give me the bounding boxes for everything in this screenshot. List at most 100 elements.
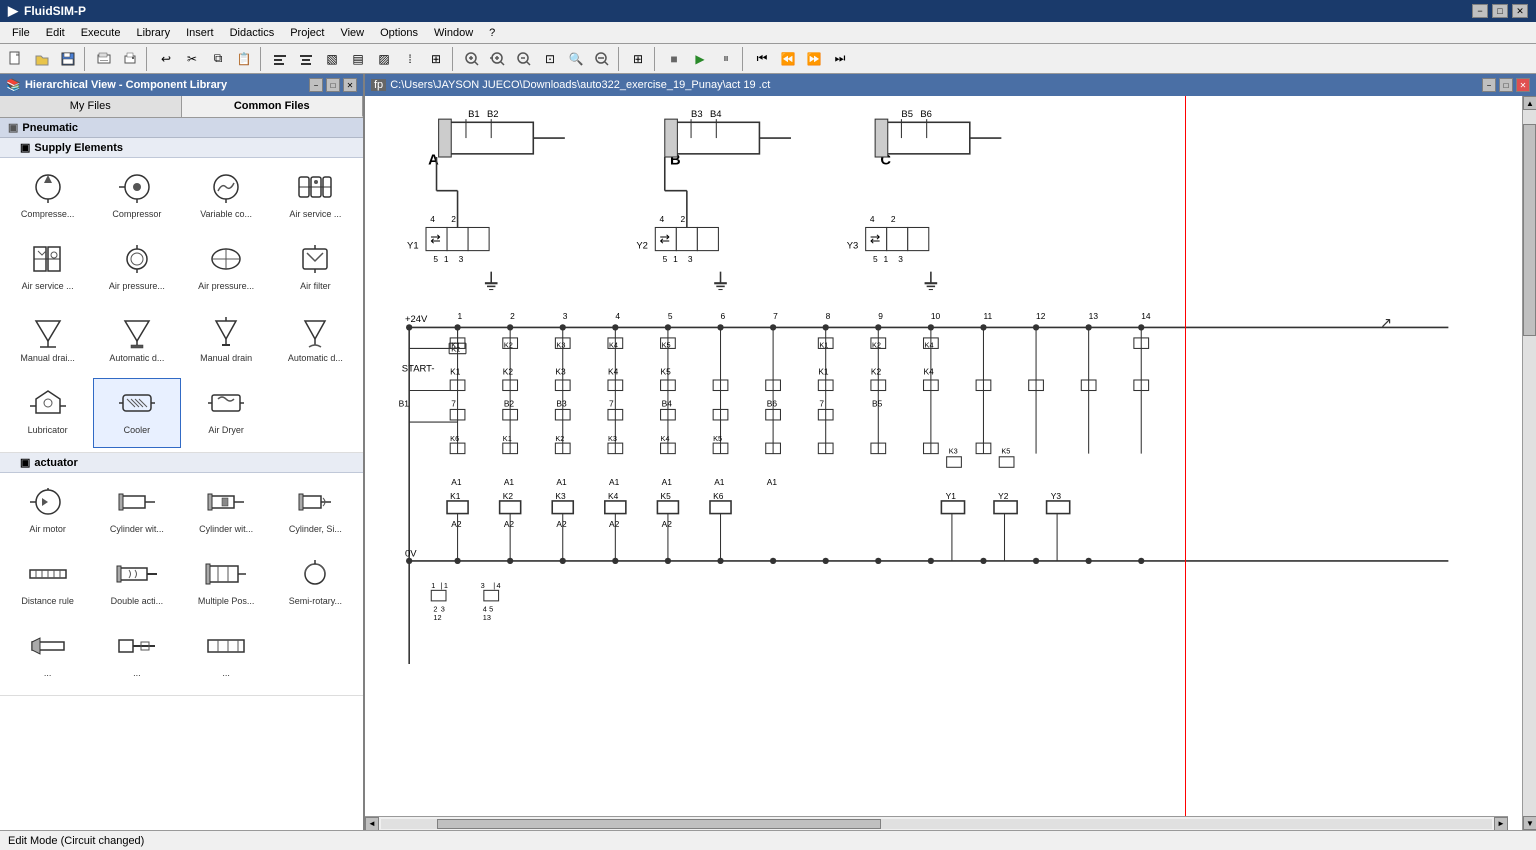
component-cylinder-1[interactable]: Cylinder wit... [93,477,180,547]
menu-didactics[interactable]: Didactics [222,25,283,41]
tab-my-files[interactable]: My Files [0,96,182,117]
component-actuator-extra-2[interactable]: ... [93,621,180,691]
component-air-pressure-1[interactable]: Air pressure... [93,234,180,304]
print-button[interactable] [118,47,142,71]
canvas-hscroll-track[interactable] [381,819,1492,829]
undo-button[interactable]: ↩ [154,47,178,71]
library-scroll[interactable]: ▣ Pneumatic ▣ Supply Elements Compresse [0,118,363,830]
component-multiple-pos[interactable]: Multiple Pos... [183,549,270,619]
subcategory-supply-elements[interactable]: ▣ Supply Elements [0,138,363,158]
component-cylinder-single[interactable]: Cylinder, Si... [272,477,359,547]
component-double-acting[interactable]: Double acti... [93,549,180,619]
canvas-scroll-up[interactable]: ▲ [1523,96,1536,110]
table-button[interactable]: ⊞ [626,47,650,71]
component-cooler[interactable]: Cooler [93,378,180,448]
component-variable-compressor[interactable]: Variable co... [183,162,270,232]
canvas-hscroll-thumb[interactable] [437,819,881,829]
menu-edit[interactable]: Edit [38,25,73,41]
step-back-button[interactable]: ⏪ [776,47,800,71]
component-air-dryer[interactable]: Air Dryer [183,378,270,448]
open-button[interactable] [30,47,54,71]
canvas-hscroll[interactable]: ◄ ► [365,816,1508,830]
library-close-button[interactable]: ✕ [343,78,357,92]
zoom-in-2-button[interactable] [486,47,510,71]
zoom-in-button[interactable] [460,47,484,71]
component-cylinder-2[interactable]: Cylinder wit... [183,477,270,547]
component-air-service-2[interactable]: Air service ... [4,234,91,304]
align-right-button[interactable]: ▧ [320,47,344,71]
svg-text:1: 1 [458,311,463,321]
zoom-fit-button[interactable]: ⊡ [538,47,562,71]
component-manual-drain[interactable]: Manual drai... [4,306,91,376]
canvas-vscroll-track[interactable] [1523,110,1536,816]
tab-common-files[interactable]: Common Files [182,96,364,117]
step-forward-button[interactable]: ⏩ [802,47,826,71]
play-button[interactable]: ▶ [688,47,712,71]
minimize-button[interactable]: − [1472,4,1488,18]
fast-forward-button[interactable]: ⏭ [828,47,852,71]
print-preview-button[interactable] [92,47,116,71]
grid-button[interactable]: ⊞ [424,47,448,71]
subcategory-actuator[interactable]: ▣ actuator [0,453,363,473]
air-pressure-2-icon [201,239,251,279]
maximize-button[interactable]: □ [1492,4,1508,18]
component-compressor-fixed[interactable]: Compresse... [4,162,91,232]
canvas-scroll-down[interactable]: ▼ [1523,816,1536,830]
library-minimize-button[interactable]: − [309,78,323,92]
menu-insert[interactable]: Insert [178,25,222,41]
canvas-vscroll[interactable]: ▲ ▼ [1522,96,1536,830]
align-left-button[interactable] [268,47,292,71]
menu-project[interactable]: Project [282,25,332,41]
component-air-pressure-2[interactable]: Air pressure... [183,234,270,304]
stop-button[interactable]: ■ [662,47,686,71]
canvas-minimize-button[interactable]: − [1482,78,1496,92]
component-semi-rotary[interactable]: Semi-rotary... [272,549,359,619]
component-air-motor[interactable]: Air motor [4,477,91,547]
canvas-scroll-right[interactable]: ► [1494,817,1508,831]
component-automatic-drain-2[interactable]: Automatic d... [272,306,359,376]
paste-button[interactable]: 📋 [232,47,256,71]
distribute-button[interactable]: ⁞ [398,47,422,71]
component-actuator-extra-1[interactable]: ... [4,621,91,691]
menu-execute[interactable]: Execute [73,25,129,41]
component-automatic-drain[interactable]: Automatic d... [93,306,180,376]
canvas-vscroll-thumb[interactable] [1523,124,1536,336]
toolbar: ↩ ✂ ⧉ 📋 ▧ ▤ ▨ ⁞ ⊞ ⊡ 🔍 ⊞ ■ ▶ ⏸ ⏮ ⏪ ⏩ ⏭ [0,44,1536,74]
zoom-select-button[interactable]: 🔍 [564,47,588,71]
zoom-out-button[interactable] [512,47,536,71]
category-pneumatic[interactable]: ▣ Pneumatic [0,118,363,138]
component-air-service[interactable]: Air service ... [272,162,359,232]
component-distance-rule[interactable]: Distance rule [4,549,91,619]
library-maximize-button[interactable]: □ [326,78,340,92]
align-center-button[interactable] [294,47,318,71]
component-compressor[interactable]: Compressor [93,162,180,232]
menu-help[interactable]: ? [481,25,503,41]
rewind-button[interactable]: ⏮ [750,47,774,71]
align-bottom-button[interactable]: ▨ [372,47,396,71]
canvas-close-button[interactable]: ✕ [1516,78,1530,92]
align-top-button[interactable]: ▤ [346,47,370,71]
menu-library[interactable]: Library [128,25,178,41]
cut-button[interactable]: ✂ [180,47,204,71]
menu-view[interactable]: View [332,25,372,41]
component-lubricator[interactable]: Lubricator [4,378,91,448]
svg-text:K4: K4 [661,434,670,443]
component-actuator-extra-3[interactable]: ... [183,621,270,691]
copy-button[interactable]: ⧉ [206,47,230,71]
canvas-content[interactable]: A B1 B2 Y1 [365,96,1522,830]
save-button[interactable] [56,47,80,71]
scroll-padding [0,696,363,736]
zoom-100-button[interactable] [590,47,614,71]
component-air-filter[interactable]: Air filter [272,234,359,304]
close-button[interactable]: ✕ [1512,4,1528,18]
canvas-maximize-button[interactable]: □ [1499,78,1513,92]
menu-options[interactable]: Options [372,25,426,41]
canvas-scroll-left[interactable]: ◄ [365,817,379,831]
svg-text:K4: K4 [925,340,934,349]
menu-file[interactable]: File [4,25,38,41]
svg-text:A: A [428,152,439,168]
pause-button[interactable]: ⏸ [714,47,738,71]
menu-window[interactable]: Window [426,25,481,41]
new-button[interactable] [4,47,28,71]
component-manual-drain-2[interactable]: Manual drain [183,306,270,376]
